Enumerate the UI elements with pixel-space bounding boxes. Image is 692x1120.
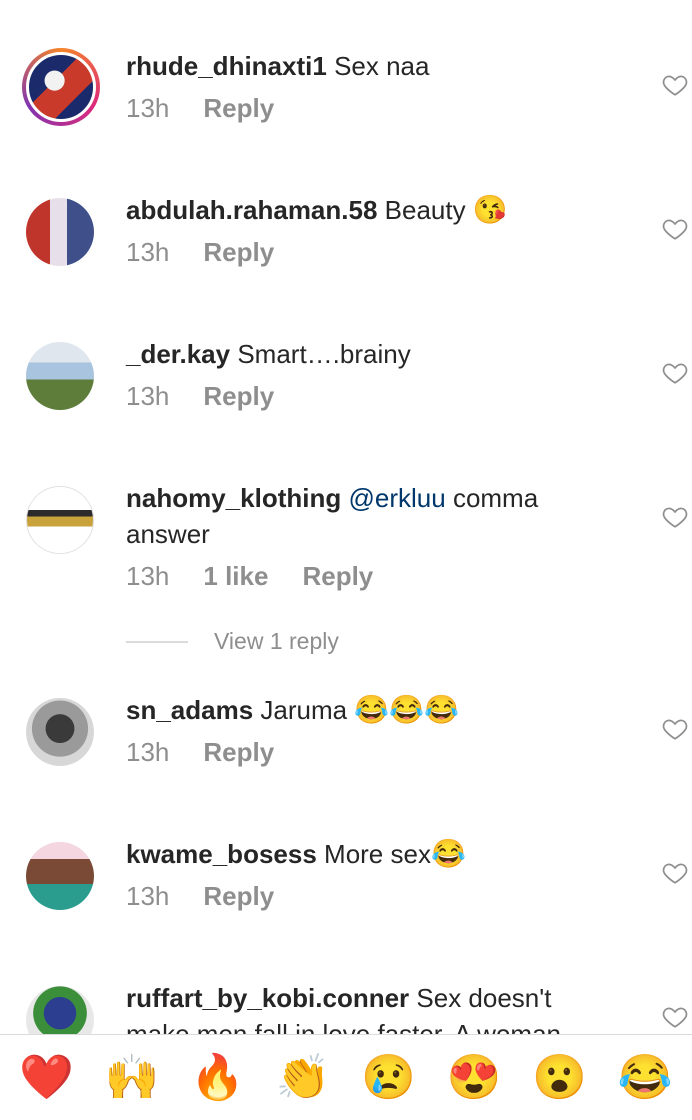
comment-list: rhude_dhinaxti1 Sex naa 13h Reply abdula…: [0, 0, 692, 1034]
heart-eyes-icon[interactable]: 😍: [434, 1055, 514, 1100]
comment-time: 13h: [126, 381, 170, 411]
sad-face-icon[interactable]: 😢: [349, 1055, 429, 1100]
comment-content: Sex naa: [334, 51, 430, 81]
comment-content: Beauty: [384, 195, 466, 225]
comment-content: Smart….brainy: [237, 339, 411, 369]
comment-text: ruffart_by_kobi.conner Sex doesn't make …: [126, 980, 622, 1034]
reply-button[interactable]: Reply: [302, 560, 373, 592]
comment-meta: 13h Reply: [126, 736, 622, 768]
comment-username[interactable]: abdulah.rahaman.58: [126, 195, 377, 225]
fire-icon[interactable]: 🔥: [178, 1055, 258, 1100]
like-heart-icon[interactable]: [662, 860, 688, 886]
like-heart-icon[interactable]: [662, 72, 688, 98]
avatar-image: [26, 842, 94, 910]
comment-username[interactable]: rhude_dhinaxti1: [126, 51, 327, 81]
comment-username[interactable]: kwame_bosess: [126, 839, 317, 869]
laughing-face-icon: 😂: [430, 838, 466, 869]
comment-username[interactable]: ruffart_by_kobi.conner: [126, 983, 409, 1013]
raised-hands-icon[interactable]: 🙌: [92, 1055, 172, 1100]
comment-meta: 13h Reply: [126, 236, 622, 268]
view-replies-label[interactable]: View 1 reply: [214, 628, 339, 655]
avatar-image: [27, 487, 93, 553]
comment-text: kwame_bosess More sex😂: [126, 836, 622, 872]
reply-button[interactable]: Reply: [203, 236, 274, 268]
avatar-image: [26, 52, 96, 122]
like-heart-icon[interactable]: [662, 360, 688, 386]
laughing-face-icon: 😂😂😂: [354, 694, 459, 725]
comment-time: 13h: [126, 561, 170, 591]
likes-count[interactable]: 1 like: [203, 560, 268, 592]
comment-text: abdulah.rahaman.58 Beauty 😘: [126, 192, 622, 228]
reply-button[interactable]: Reply: [203, 736, 274, 768]
red-heart-icon[interactable]: ❤️: [7, 1055, 87, 1100]
like-heart-icon[interactable]: [662, 716, 688, 742]
comment-username[interactable]: nahomy_klothing: [126, 483, 341, 513]
like-heart-icon[interactable]: [662, 1004, 688, 1030]
comment-time: 13h: [126, 737, 170, 767]
avatar[interactable]: [26, 486, 94, 554]
comment-meta: 13h Reply: [126, 880, 622, 912]
comment-meta: 13h Reply: [126, 92, 622, 124]
comment-content: Jaruma: [260, 695, 348, 725]
clapping-hands-icon[interactable]: 👏: [263, 1055, 343, 1100]
comment-text: sn_adams Jaruma 😂😂😂: [126, 692, 622, 728]
avatar[interactable]: [26, 986, 94, 1034]
reply-button[interactable]: Reply: [203, 380, 274, 412]
tears-of-joy-icon[interactable]: 😂: [605, 1055, 685, 1100]
avatar[interactable]: [22, 48, 100, 126]
avatar[interactable]: [26, 842, 94, 910]
avatar[interactable]: [26, 342, 94, 410]
quick-reaction-bar: ❤️ 🙌 🔥 👏 😢 😍 😮 😂: [0, 1034, 692, 1120]
comment-text: rhude_dhinaxti1 Sex naa: [126, 48, 622, 84]
avatar[interactable]: [26, 698, 94, 766]
kissing-face-icon: 😘: [472, 194, 508, 225]
comment-meta: 13h Reply: [126, 380, 622, 412]
comment-meta: 13h 1 like Reply: [126, 560, 622, 592]
avatar-image: [26, 698, 94, 766]
avatar[interactable]: [26, 198, 94, 266]
comment-username[interactable]: sn_adams: [126, 695, 253, 725]
like-heart-icon[interactable]: [662, 216, 688, 242]
avatar-image: [26, 342, 94, 410]
comment-username[interactable]: _der.kay: [126, 339, 230, 369]
comment-time: 13h: [126, 93, 170, 123]
reply-button[interactable]: Reply: [203, 92, 274, 124]
like-heart-icon[interactable]: [662, 504, 688, 530]
comment-time: 13h: [126, 881, 170, 911]
surprised-face-icon[interactable]: 😮: [520, 1055, 600, 1100]
mention-link[interactable]: @erkluu: [348, 483, 445, 513]
avatar-image: [26, 198, 94, 266]
comment-text: nahomy_klothing @erkluu comma answer: [126, 480, 622, 552]
reply-button[interactable]: Reply: [203, 880, 274, 912]
comment-content: More sex: [324, 839, 431, 869]
comment-time: 13h: [126, 237, 170, 267]
view-replies-toggle[interactable]: View 1 reply: [126, 628, 339, 655]
avatar-image: [26, 986, 94, 1034]
reply-thread-line: [126, 640, 188, 643]
comment-text: _der.kay Smart….brainy: [126, 336, 622, 372]
